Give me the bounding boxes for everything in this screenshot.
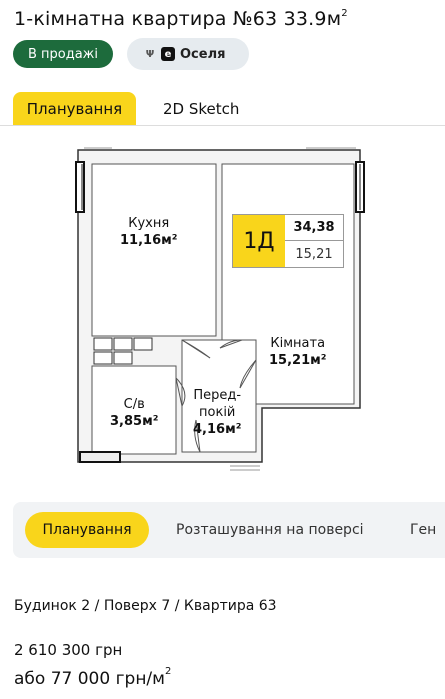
tab-planning[interactable]: Планування xyxy=(13,92,136,125)
room-kitchen-name: Кухня xyxy=(128,216,170,231)
oselia-badge-label: Оселя xyxy=(180,46,226,62)
eoselia-logo-icon: е xyxy=(161,47,175,61)
plan-view-tabs: Планування 2D Sketch xyxy=(0,92,445,126)
status-badge-label: В продажі xyxy=(27,46,99,62)
room-living-area: 15,21м² xyxy=(269,353,327,368)
tab-2d-sketch-label: 2D Sketch xyxy=(163,99,240,118)
page-title-text: 1-кімнатна квартира №63 33.9м xyxy=(14,8,342,30)
room-living-name: Кімната xyxy=(270,336,326,351)
price-total: 2 610 300 грн xyxy=(14,641,123,659)
trident-icon: Ψ xyxy=(145,48,155,60)
room-living: Кімната 15,21м² xyxy=(269,335,326,369)
tab-planning-label: Планування xyxy=(26,99,123,118)
page-title: 1-кімнатна квартира №63 33.9м2 xyxy=(14,8,348,30)
price-per-m2-superscript: 2 xyxy=(164,666,172,678)
room-bathroom-area: 3,85м² xyxy=(110,414,159,429)
tab-general-plan-label: Ген xyxy=(410,522,437,538)
floor-plan: Кухня 11,16м² Кімната 15,21м² С/в 3,85м²… xyxy=(70,140,380,480)
breadcrumb: Будинок 2 / Поверх 7 / Квартира 63 xyxy=(14,598,277,614)
apartment-area-box: 1Д 34,38 15,21 xyxy=(232,214,344,268)
room-hallway-name-2: покій xyxy=(199,405,236,420)
tab-planning-pill-label: Планування xyxy=(42,522,132,538)
room-hallway-name: Перед- xyxy=(193,388,242,403)
content-tabs: Планування Розташування на поверсі Ген xyxy=(13,502,445,558)
tab-planning-pill[interactable]: Планування xyxy=(25,512,149,548)
apartment-code: 1Д xyxy=(233,215,285,267)
tab-floor-location[interactable]: Розташування на поверсі xyxy=(176,512,364,548)
tab-floor-location-label: Розташування на поверсі xyxy=(176,522,364,538)
price-per-m2: або 77 000 грн/м2 xyxy=(14,666,172,689)
price-per-m2-text: або 77 000 грн/м xyxy=(14,669,165,689)
room-bathroom-name: С/в xyxy=(123,397,145,412)
room-kitchen-area: 11,16м² xyxy=(120,233,178,248)
apartment-total-area: 34,38 xyxy=(285,215,343,241)
apartment-room-area: 15,21 xyxy=(295,246,333,262)
room-kitchen: Кухня 11,16м² xyxy=(120,215,177,249)
tab-general-plan[interactable]: Ген xyxy=(410,512,436,548)
room-bathroom: С/в 3,85м² xyxy=(110,396,158,430)
title-superscript: 2 xyxy=(341,7,348,19)
status-badge: В продажі xyxy=(13,40,113,68)
oselia-badge[interactable]: Ψ е Оселя xyxy=(127,38,249,70)
room-hallway-area: 4,16м² xyxy=(193,422,242,437)
room-hallway: Перед- покій 4,16м² xyxy=(193,387,241,438)
tab-2d-sketch[interactable]: 2D Sketch xyxy=(163,92,239,125)
